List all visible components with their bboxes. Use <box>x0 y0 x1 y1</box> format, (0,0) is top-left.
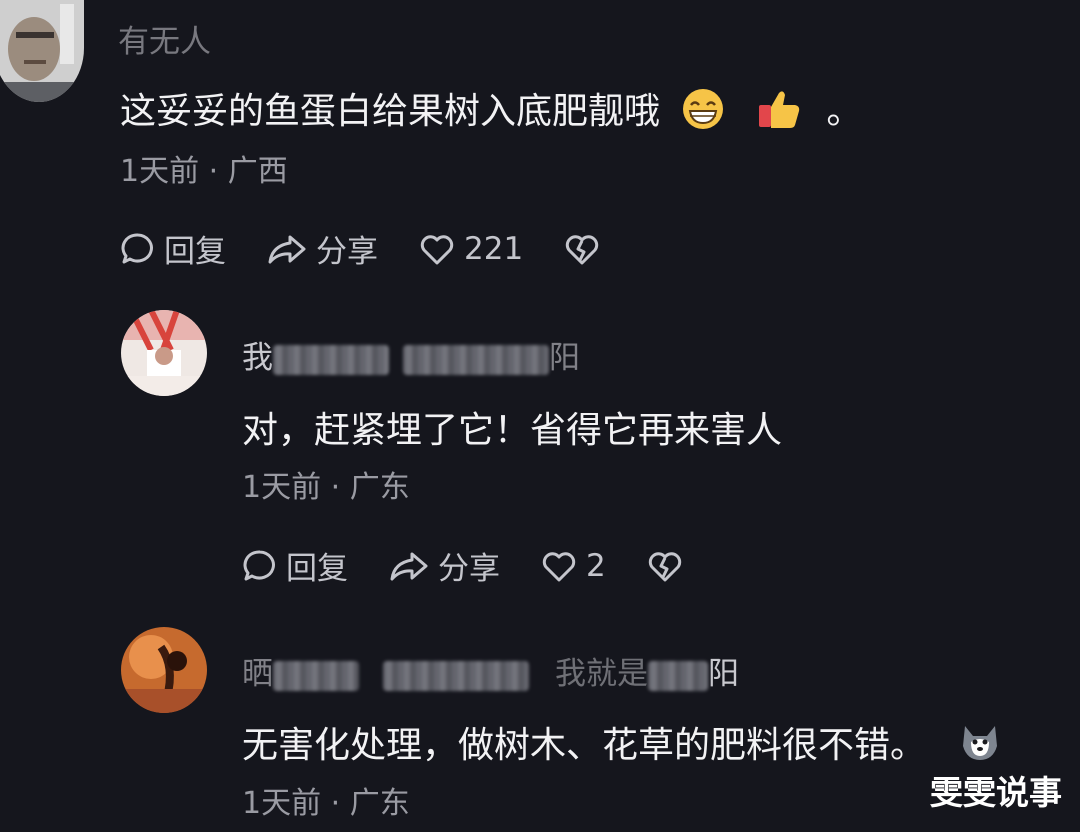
username-censor-blur <box>648 660 708 691</box>
comment-text-body: 无害化处理，做树木、花草的肥料很不错。 <box>242 725 927 766</box>
like-button[interactable]: 2 <box>540 548 606 584</box>
dislike-button[interactable] <box>646 548 692 584</box>
broken-heart-icon <box>648 551 681 581</box>
comment-bubble-icon <box>121 232 153 263</box>
username-end: 阳 <box>549 340 580 376</box>
husky-emoji-icon <box>959 722 1001 773</box>
reply-button[interactable]: 回复 <box>120 226 226 271</box>
comment-meta: 1天前 · 广西 <box>120 154 288 189</box>
avatar[interactable] <box>121 627 207 713</box>
username-censor-blur <box>273 660 359 691</box>
comment-username[interactable]: 晒 我就是 阳 <box>242 648 739 693</box>
username-end: 阳 <box>708 656 739 692</box>
dislike-button[interactable] <box>563 231 609 267</box>
like-count: 2 <box>586 547 606 584</box>
heart-icon <box>420 234 454 264</box>
comment-username[interactable]: 有无人 <box>118 16 211 61</box>
reply-label: 回复 <box>286 551 348 587</box>
username-censor-blur <box>383 660 529 691</box>
username-text: 有无人 <box>118 24 211 60</box>
share-button[interactable]: 分享 <box>388 543 500 588</box>
username-start: 晒 <box>242 656 273 692</box>
comment-text: 无害化处理，做树木、花草的肥料很不错。 <box>242 716 1001 773</box>
comment-username[interactable]: 我阳 <box>242 332 580 377</box>
avatar[interactable] <box>121 310 207 396</box>
grin-emoji-icon <box>681 87 725 140</box>
share-button[interactable]: 分享 <box>266 226 378 271</box>
username-start: 我 <box>242 340 273 376</box>
reply-button[interactable]: 回复 <box>242 543 348 588</box>
comment-actions: 回复 分享 2 <box>242 543 732 588</box>
comment-meta: 1天前 · 广东 <box>242 786 410 821</box>
comment-text: 这妥妥的鱼蛋白给果树入底肥靓哦 。 <box>120 82 862 140</box>
like-button[interactable]: 221 <box>418 231 523 267</box>
comment-text: 对，赶紧埋了它！省得它再来害人 <box>242 410 783 451</box>
comment-bubble-icon <box>243 549 275 580</box>
broken-heart-icon <box>566 234 599 264</box>
share-arrow-icon <box>390 552 428 580</box>
username-censor-blur <box>403 344 549 375</box>
like-count: 221 <box>464 230 524 267</box>
watermark: 雯雯说事 <box>930 773 1062 812</box>
comment-text-suffix: 。 <box>826 91 863 132</box>
share-arrow-icon <box>268 235 306 263</box>
thumbs-up-emoji-icon <box>755 87 803 140</box>
comment-text-body: 这妥妥的鱼蛋白给果树入底肥靓哦 <box>120 91 661 132</box>
username-censor-blur <box>273 344 389 375</box>
comment-actions: 回复 分享 221 <box>120 226 649 271</box>
avatar[interactable] <box>0 0 84 102</box>
reply-label: 回复 <box>164 234 226 270</box>
share-label: 分享 <box>438 551 500 587</box>
share-label: 分享 <box>316 234 378 270</box>
comment-meta: 1天前 · 广东 <box>242 470 410 505</box>
username-middle: 我就是 <box>555 656 648 692</box>
heart-icon <box>542 551 576 581</box>
comment-thread: 有无人 这妥妥的鱼蛋白给果树入底肥靓哦 。 1天前 · 广西 回复 分享 221… <box>0 0 1080 832</box>
